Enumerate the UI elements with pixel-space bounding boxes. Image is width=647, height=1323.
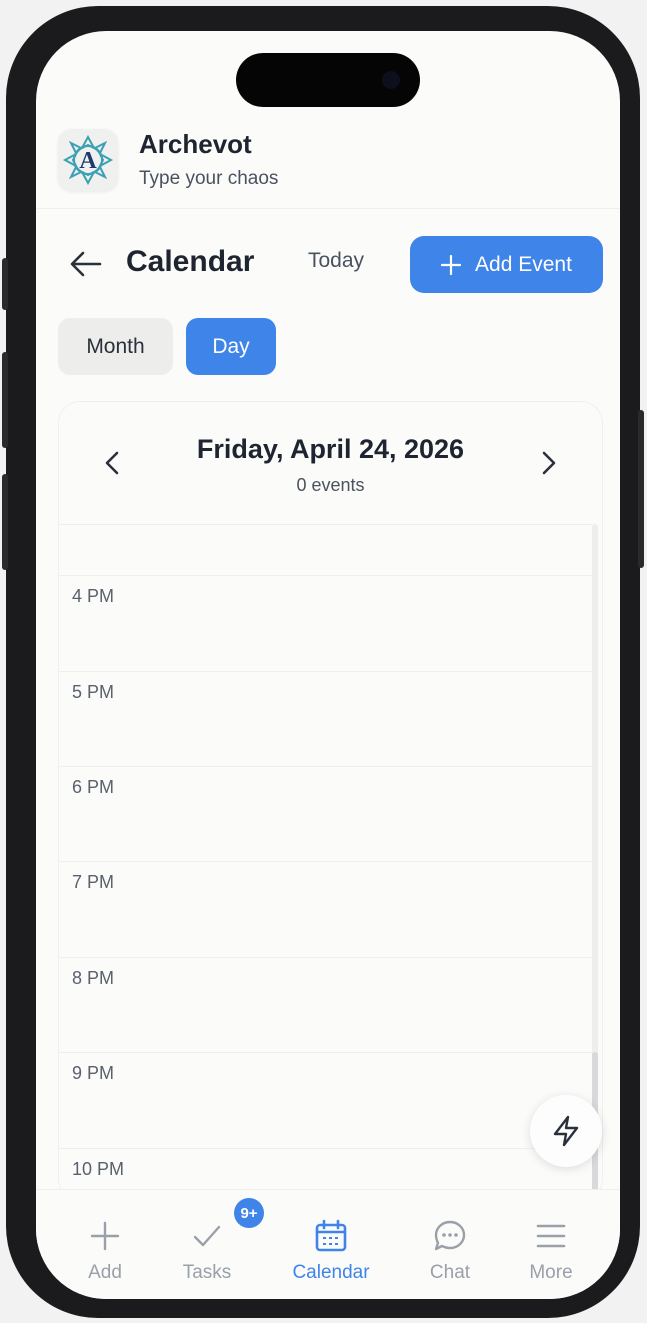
hour-label: 5 PM bbox=[72, 682, 115, 702]
nav-chat[interactable]: Chat bbox=[400, 1218, 500, 1284]
volume-up-button bbox=[2, 352, 8, 448]
chat-bubble-icon bbox=[434, 1220, 466, 1251]
nav-add[interactable]: Add bbox=[55, 1218, 155, 1284]
calendar-icon bbox=[315, 1219, 347, 1252]
view-day-button[interactable]: Day bbox=[186, 318, 276, 375]
nav-tasks[interactable]: Tasks bbox=[157, 1218, 257, 1284]
action-button bbox=[2, 258, 8, 310]
hour-label: 4 PM bbox=[72, 586, 115, 606]
arrow-left-icon bbox=[70, 251, 102, 277]
day-date-title: Friday, April 24, 2026 bbox=[196, 434, 465, 464]
plus-icon bbox=[441, 254, 462, 275]
hour-row[interactable]: 5 PM bbox=[59, 671, 592, 767]
nav-calendar[interactable]: Calendar bbox=[281, 1218, 381, 1284]
phone-frame: A Archevot Type your chaos Calendar Toda… bbox=[2, 6, 644, 1318]
bottom-navigation: Add Tasks 9+ Calendar Chat More bbox=[36, 1189, 620, 1299]
chevron-right-icon bbox=[542, 451, 556, 475]
power-button bbox=[638, 410, 644, 568]
app-logo: A bbox=[58, 129, 118, 191]
app-screen: A Archevot Type your chaos Calendar Toda… bbox=[36, 31, 620, 1299]
app-header: A Archevot Type your chaos bbox=[36, 119, 620, 209]
add-event-button[interactable]: Add Event bbox=[410, 236, 603, 293]
plus-icon bbox=[90, 1221, 120, 1251]
hour-grid[interactable]: 4 PM 5 PM 6 PM 7 PM 8 PM 9 PM 10 PM bbox=[59, 524, 592, 1200]
nav-add-label: Add bbox=[88, 1262, 122, 1283]
hour-row[interactable]: 8 PM bbox=[59, 957, 592, 1053]
scrollbar[interactable] bbox=[592, 524, 598, 1200]
front-camera bbox=[382, 71, 400, 89]
mandala-logo-icon: A bbox=[62, 134, 114, 186]
hour-label: 6 PM bbox=[72, 777, 115, 797]
hour-row[interactable]: 6 PM bbox=[59, 766, 592, 862]
event-count: 0 events bbox=[296, 475, 365, 495]
hour-label: 8 PM bbox=[72, 968, 115, 988]
nav-chat-label: Chat bbox=[429, 1262, 471, 1283]
nav-tasks-label: Tasks bbox=[182, 1262, 232, 1283]
add-event-label: Add Event bbox=[475, 252, 572, 276]
lightning-icon bbox=[553, 1115, 579, 1147]
app-subtitle: Type your chaos bbox=[139, 168, 279, 189]
quick-action-button[interactable] bbox=[530, 1095, 602, 1167]
tasks-badge: 9+ bbox=[234, 1198, 264, 1228]
today-button[interactable]: Today bbox=[308, 249, 364, 273]
nav-calendar-label: Calendar bbox=[292, 1262, 370, 1283]
nav-more[interactable]: More bbox=[501, 1218, 601, 1284]
hour-row[interactable]: 7 PM bbox=[59, 861, 592, 957]
menu-icon bbox=[536, 1224, 566, 1248]
nav-more-label: More bbox=[529, 1262, 573, 1283]
hour-label: 10 PM bbox=[72, 1159, 125, 1179]
next-day-button[interactable] bbox=[534, 446, 564, 480]
hour-row[interactable]: 9 PM bbox=[59, 1052, 592, 1148]
app-title: Archevot bbox=[139, 129, 252, 159]
svg-text:A: A bbox=[79, 148, 97, 174]
page-title: Calendar bbox=[126, 245, 255, 278]
hour-label: 7 PM bbox=[72, 872, 115, 892]
back-button[interactable] bbox=[68, 249, 104, 279]
view-month-button[interactable]: Month bbox=[58, 318, 173, 375]
hour-row[interactable]: 4 PM bbox=[59, 575, 592, 671]
hour-label: 9 PM bbox=[72, 1063, 115, 1083]
day-view-card: Friday, April 24, 2026 0 events 4 PM 5 P… bbox=[58, 401, 603, 1201]
dynamic-island bbox=[236, 53, 420, 107]
volume-down-button bbox=[2, 474, 8, 570]
check-icon bbox=[193, 1225, 221, 1247]
